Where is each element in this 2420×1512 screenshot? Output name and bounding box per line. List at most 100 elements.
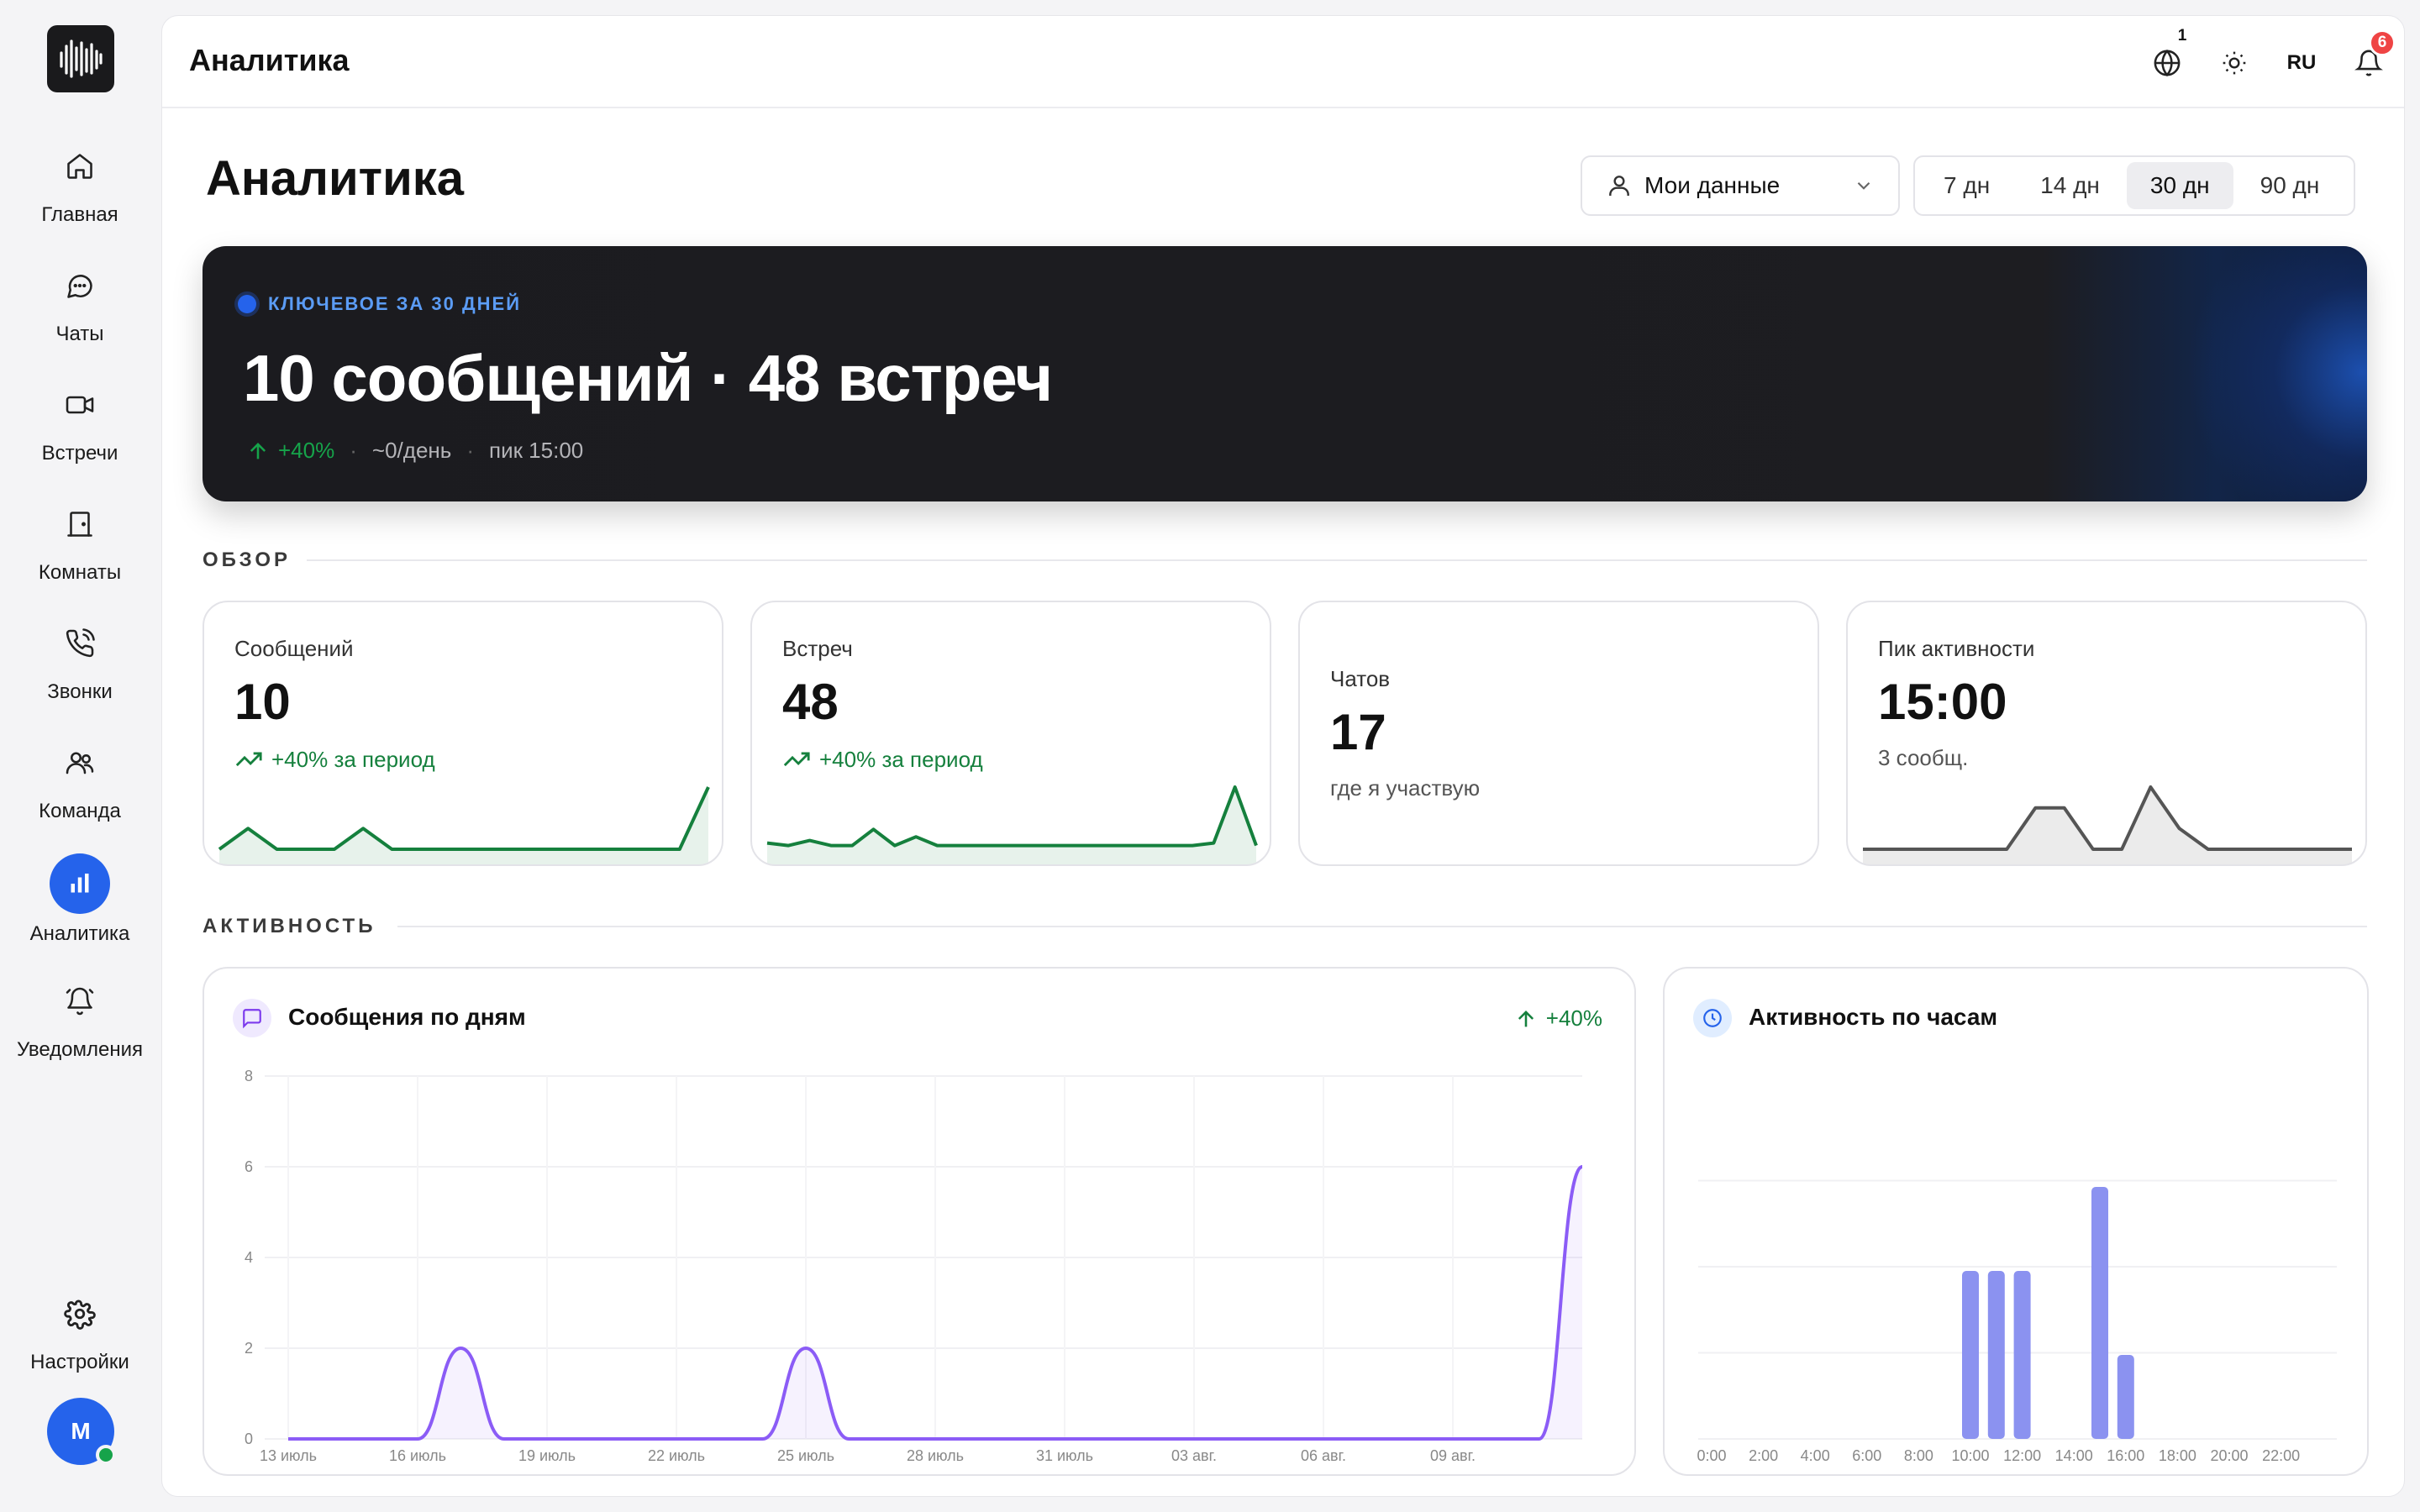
home-icon [55,141,105,192]
hourly-bar-chart: 0:00 2:00 4:00 6:00 8:00 10:00 12:00 14:00 16:00… [1697,1179,2337,1464]
x-tick-label: 6:00 [1852,1447,1881,1464]
period-option[interactable]: 7 дн [1920,162,2013,209]
card-label: Встреч [782,636,853,661]
divider [307,559,2367,561]
sidebar-item-label: Аналитика [29,922,130,945]
period-option[interactable]: 14 дн [2017,162,2123,209]
overview-card: Пик активности 15:00 3 сообщ. [1846,601,2367,866]
sparkline [1863,785,2352,864]
bar [1962,1271,1979,1439]
x-tick-label: 14:00 [2055,1447,2093,1464]
hero-peak: пик 15:00 [488,438,584,463]
bar [2117,1355,2134,1439]
divider [397,926,2367,927]
card-subtext-value: +40% за период [271,746,435,772]
overview-card: Чатов 17 где я участвую [1298,601,1819,866]
card-subtext-value: 3 сообщ. [1878,745,1969,770]
sidebar-item-label: Главная [41,203,118,226]
chat-icon [55,260,105,311]
hero-stats: +40% · ~0/день · пик 15:00 [246,438,583,464]
hero-kicker: КЛЮЧЕВОЕ ЗА 30 ДНЕЙ [238,293,521,315]
x-tick-label: 22 июль [648,1447,705,1464]
bar [2013,1271,2031,1439]
section-overview-label: ОБЗОР [203,549,291,571]
hero-banner: КЛЮЧЕВОЕ ЗА 30 ДНЕЙ 10 сообщений · 48 вс… [203,246,2367,501]
y-tick-label: 2 [245,1340,253,1357]
sidebar-item-phone[interactable]: Звонки [0,615,160,724]
message-square-icon [233,999,271,1037]
sidebar-item-team[interactable]: Команда [0,734,160,843]
sparkline-line [218,786,710,851]
card-subtext: где я участвую [1330,775,1480,801]
hero-per-day: ~0/день [371,438,452,463]
language-button[interactable]: RU [2281,43,2322,83]
topbar-title: Аналитика [189,43,350,77]
globe-badge: 1 [2170,24,2194,48]
card-subtext: +40% за период [782,745,983,774]
period-selector: 7 дн 14 дн 30 дн 90 дн [1913,155,2355,216]
arrow-up-icon [250,442,266,459]
y-tick-label: 6 [245,1158,253,1175]
globe-button[interactable] [2147,43,2187,83]
sidebar-item-label: Команда [39,800,121,822]
overview-card: Встреч 48 +40% за период [750,601,1271,866]
x-tick-label: 16 июль [389,1447,446,1464]
card-value: 48 [782,674,839,730]
team-icon [55,738,105,788]
daily-messages-panel: Сообщения по дням +40% 0 2 4 6 8 13 июль 16 ию… [203,967,1636,1476]
card-label: Чатов [1330,666,1391,691]
phone-icon [55,618,105,669]
sidebar-item-chat[interactable]: Чаты [0,257,160,366]
user-icon [1609,176,1629,196]
sidebar-item-door[interactable]: Комнаты [0,496,160,605]
sidebar-item-home[interactable]: Главная [0,138,160,247]
card-value: 10 [234,674,291,730]
waveform-logo-icon [60,39,103,78]
x-tick-label: 0:00 [1697,1447,1726,1464]
period-option[interactable]: 30 дн [2126,162,2233,209]
sidebar-item-label: Настройки [30,1351,129,1373]
page-title: Аналитика [206,151,465,206]
sidebar-item-bell[interactable]: Уведомления [0,973,160,1082]
x-tick-label: 22:00 [2262,1447,2300,1464]
x-tick-label: 10:00 [1951,1447,1989,1464]
x-tick-label: 12:00 [2003,1447,2041,1464]
period-option[interactable]: 90 дн [2237,162,2344,209]
sidebar-item-settings[interactable]: Настройки [0,1285,160,1394]
trending-up-icon [235,752,262,767]
card-value: 17 [1330,704,1386,760]
sidebar-item-label: Комнаты [38,561,122,584]
online-status-dot [96,1445,116,1465]
x-tick-label: 4:00 [1801,1447,1830,1464]
hero-headline: 10 сообщений · 48 встреч [243,341,1053,415]
sparkline-area [219,787,708,864]
bell-icon [55,976,105,1026]
sidebar: Главная Чаты Встречи Комнаты Звонки Команда Ан… [0,0,160,1512]
globe-icon [2154,49,2181,77]
sidebar-item-label: Встречи [41,442,118,465]
sidebar-item-label: Чаты [55,323,104,345]
card-value: 15:00 [1878,674,2007,730]
video-icon [55,380,105,430]
sparkline-line [1863,785,2352,851]
hourly-chart-title: Активность по часам [1749,1004,1998,1030]
y-tick-label: 4 [245,1249,253,1266]
hourly-activity-panel: Активность по часам 0:00 2:00 4:00 6:00 8:00… [1663,967,2369,1476]
sidebar-item-label: Уведомления [16,1038,144,1061]
card-label: Пик активности [1878,636,2035,661]
sidebar-item-video[interactable]: Встречи [0,376,160,486]
daily-chart-title: Сообщения по дням [288,1004,526,1030]
daily-delta-value: +40% [1545,1005,1602,1031]
scope-select-value: Мои данные [1644,172,1781,198]
card-subtext: 3 сообщ. [1878,745,1968,771]
card-subtext-value: +40% за период [819,746,983,772]
arrow-up-icon [1518,1010,1534,1026]
x-tick-label: 20:00 [2210,1447,2248,1464]
scope-select[interactable]: Мои данные [1581,155,1900,216]
x-tick-label: 06 авг. [1301,1447,1346,1464]
theme-toggle-button[interactable] [2214,43,2254,83]
gear-icon [55,1289,105,1339]
app-logo[interactable] [47,25,114,92]
sidebar-item-chart[interactable]: Аналитика [0,853,160,963]
overview-card: Сообщений 10 +40% за период [203,601,723,866]
